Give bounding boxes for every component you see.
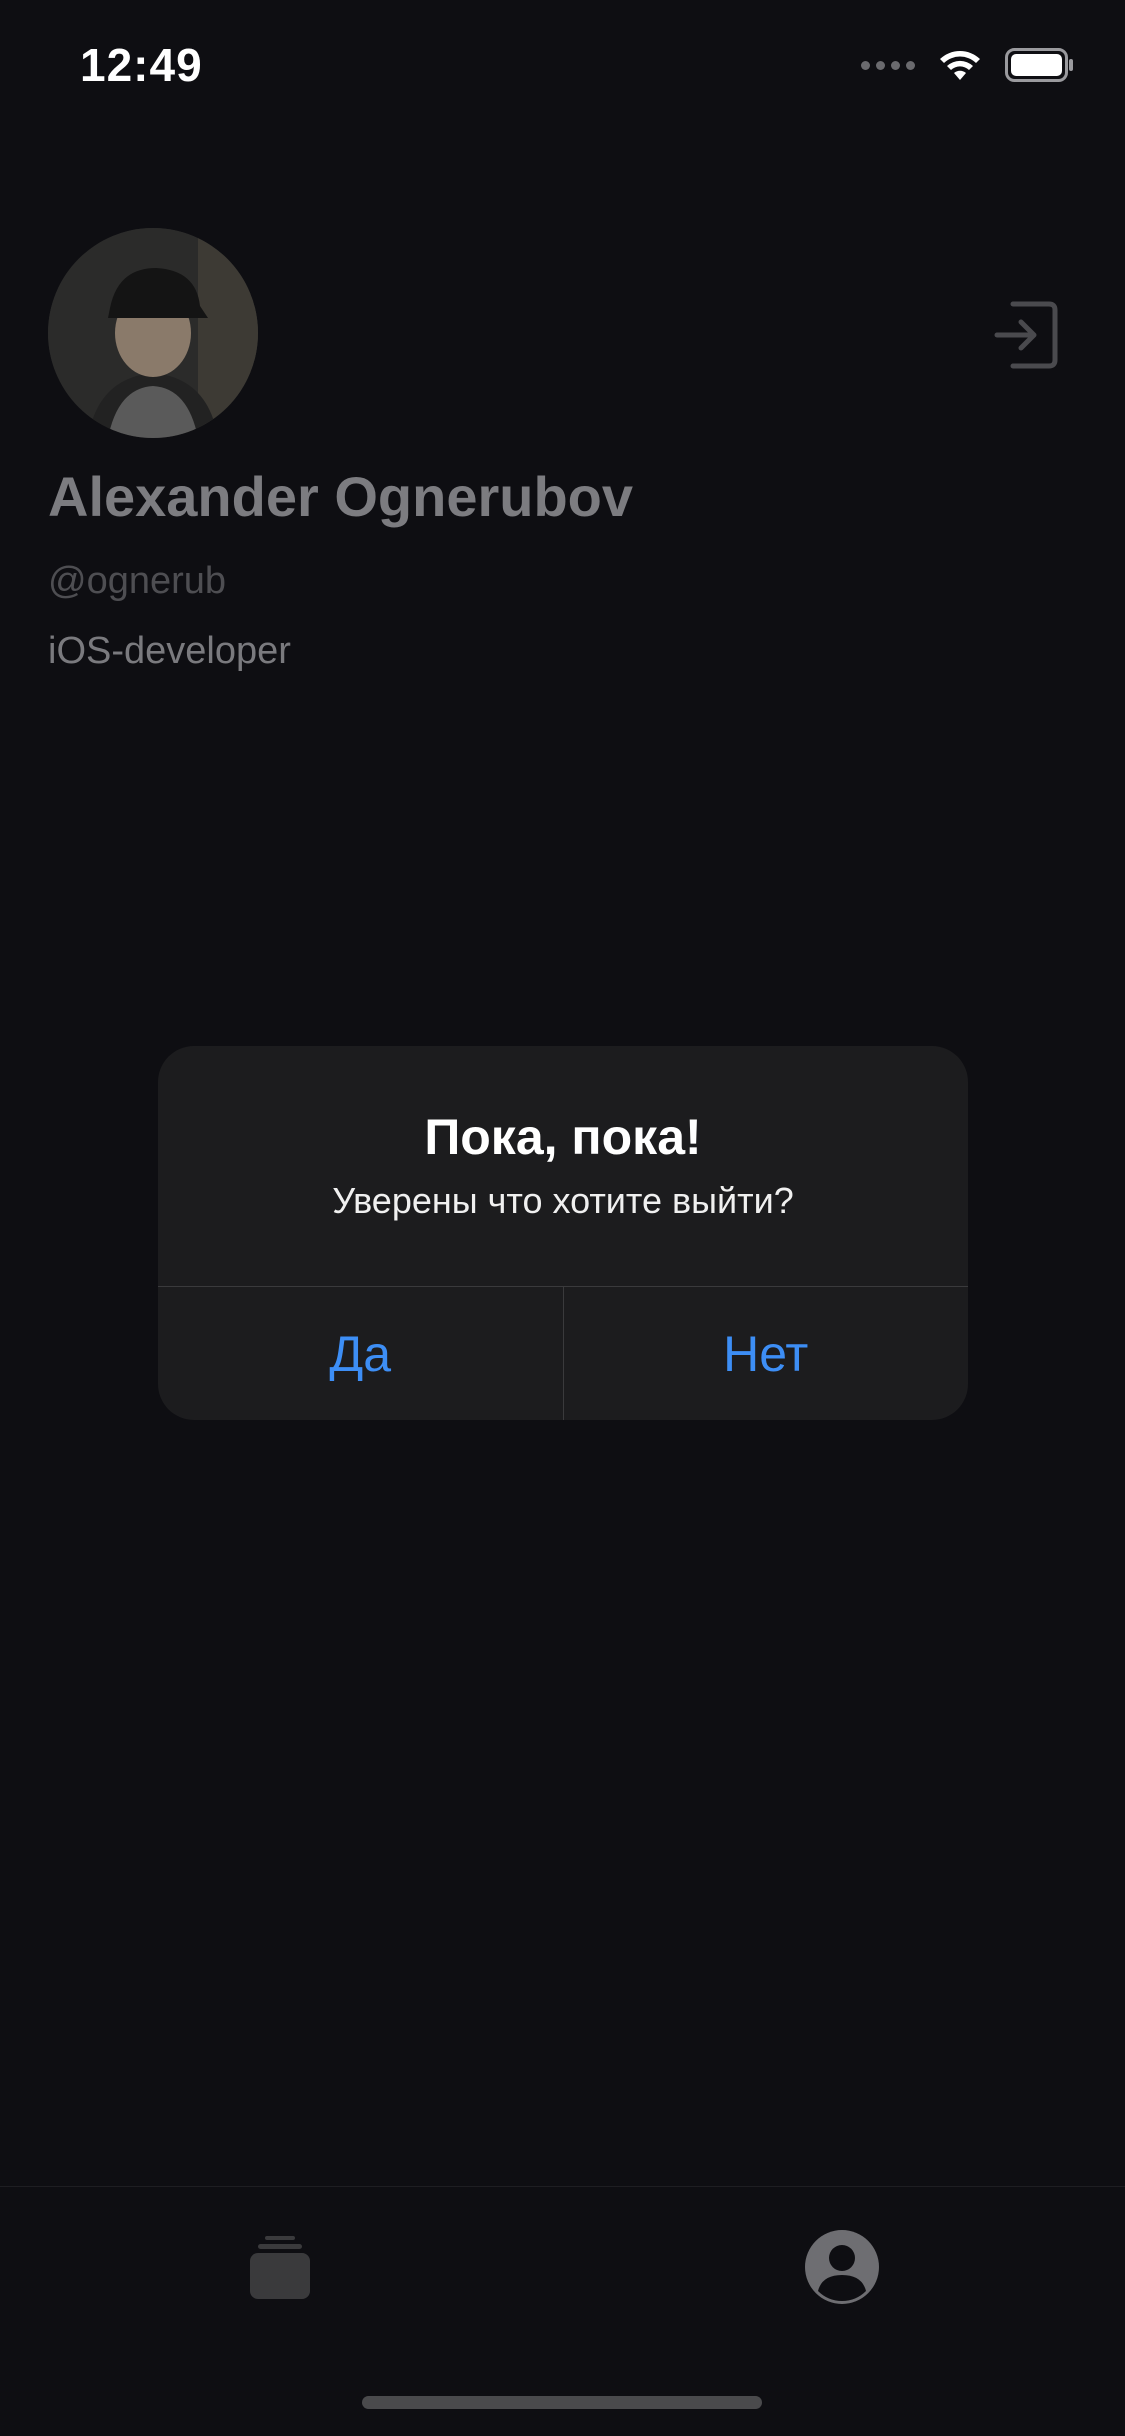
battery-icon <box>1005 48 1073 82</box>
cancel-button[interactable]: Нет <box>562 1287 969 1420</box>
alert-title: Пока, пока! <box>424 1109 702 1165</box>
wifi-icon <box>940 51 980 80</box>
logout-button[interactable] <box>993 300 1059 370</box>
profile-name: Alexander Ognerubov <box>48 465 634 528</box>
alert-message: Уверены что хотите выйти? <box>332 1180 794 1221</box>
alert-body: Пока, пока! Уверены что хотите выйти? <box>158 1046 968 1286</box>
logout-alert: Пока, пока! Уверены что хотите выйти? Да… <box>158 1046 968 1420</box>
alert-actions: Да Нет <box>158 1286 968 1420</box>
person-circle-icon <box>805 2230 879 2304</box>
logout-icon <box>994 301 1058 369</box>
profile-role: iOS-developer <box>48 630 291 672</box>
avatar <box>48 228 258 438</box>
feed-stack-icon <box>250 2236 310 2299</box>
confirm-button[interactable]: Да <box>158 1287 563 1420</box>
profile-screen: 12:49 Alexander Ognerubov @ognerub iOS-d… <box>0 0 1125 2436</box>
home-indicator[interactable] <box>362 2396 762 2409</box>
cellular-signal-icon <box>861 60 915 70</box>
tab-profile[interactable] <box>782 2207 902 2327</box>
user-photo-icon <box>48 228 258 438</box>
status-icons <box>861 48 1075 82</box>
profile-handle: @ognerub <box>48 560 227 602</box>
status-time: 12:49 <box>80 39 203 91</box>
tab-feed[interactable] <box>220 2207 340 2327</box>
